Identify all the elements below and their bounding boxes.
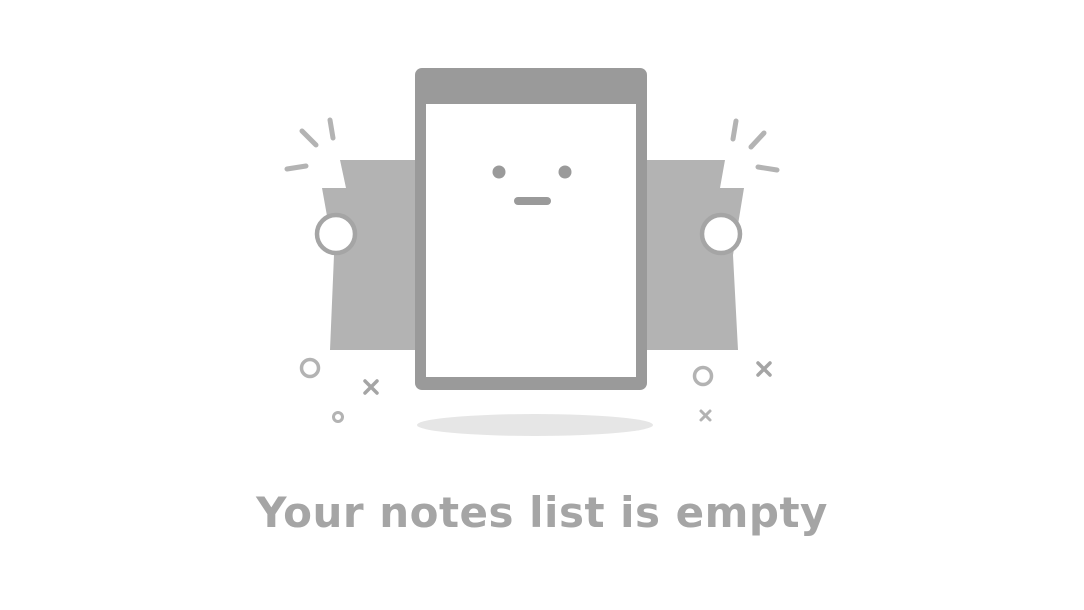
right-banner-icon (644, 160, 744, 350)
right-sparkle-icon (730, 118, 780, 173)
notepad-icon (415, 68, 647, 390)
tiny-circle-icon (332, 411, 344, 423)
empty-notes-illustration (284, 68, 780, 436)
cross-mark-icon (363, 379, 379, 395)
left-sparkle-icon (284, 117, 336, 172)
left-hand-icon (314, 212, 358, 256)
shadow-ellipse (417, 414, 653, 436)
cross-mark-icon (756, 361, 772, 377)
small-circle-icon (299, 357, 321, 379)
small-circle-icon (692, 365, 714, 387)
right-hand-icon (699, 212, 743, 256)
empty-notes-screen: Your notes list is empty (0, 0, 1084, 610)
cross-mark-icon (699, 409, 712, 422)
empty-state-message: Your notes list is empty (256, 488, 828, 537)
